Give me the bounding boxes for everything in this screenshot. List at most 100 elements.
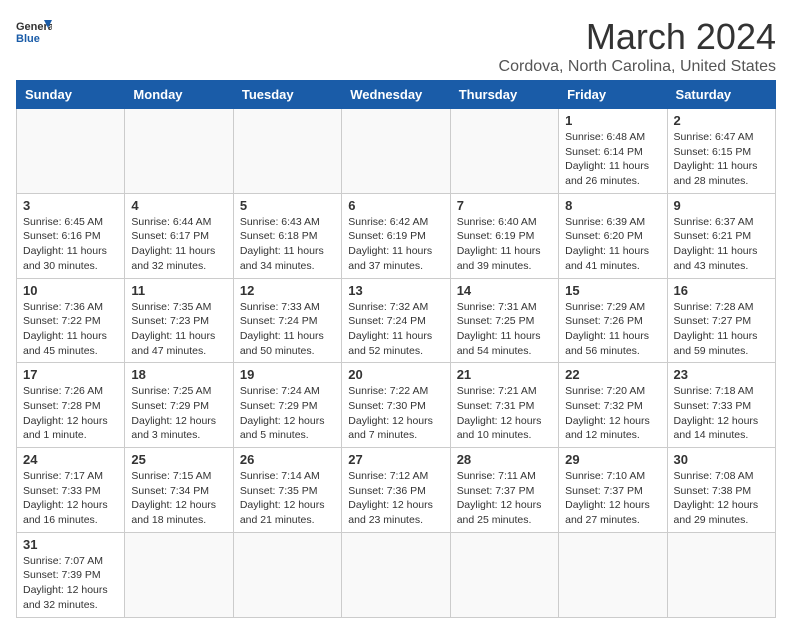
day-info: Sunrise: 6:43 AM Sunset: 6:18 PM Dayligh… [240,215,335,274]
title-area: March 2024 Cordova, North Carolina, Unit… [499,16,776,76]
calendar-cell: 15Sunrise: 7:29 AM Sunset: 7:26 PM Dayli… [559,278,667,363]
calendar-cell [17,109,125,194]
day-info: Sunrise: 7:21 AM Sunset: 7:31 PM Dayligh… [457,384,552,443]
day-number: 8 [565,198,660,213]
day-info: Sunrise: 7:35 AM Sunset: 7:23 PM Dayligh… [131,300,226,359]
day-number: 3 [23,198,118,213]
day-info: Sunrise: 6:47 AM Sunset: 6:15 PM Dayligh… [674,130,769,189]
day-number: 29 [565,452,660,467]
day-number: 18 [131,367,226,382]
day-number: 17 [23,367,118,382]
calendar-cell: 6 Sunrise: 6:42 AM Sunset: 6:19 PM Daylig… [342,193,450,278]
weekday-header: Saturday [667,81,775,109]
calendar-cell: 3 Sunrise: 6:45 AM Sunset: 6:16 PM Daylig… [17,193,125,278]
logo-icon: General Blue [16,16,52,46]
day-number: 13 [348,283,443,298]
day-info: Sunrise: 6:42 AM Sunset: 6:19 PM Dayligh… [348,215,443,274]
calendar-cell [559,532,667,617]
calendar-cell: 24 Sunrise: 7:17 AM Sunset: 7:33 PM Dayli… [17,448,125,533]
day-info: Sunrise: 7:17 AM Sunset: 7:33 PM Dayligh… [23,469,118,528]
day-info: Sunrise: 7:25 AM Sunset: 7:29 PM Dayligh… [131,384,226,443]
logo: General Blue [16,16,52,46]
weekday-header: Thursday [450,81,558,109]
calendar-cell: 5Sunrise: 6:43 AM Sunset: 6:18 PM Daylig… [233,193,341,278]
day-number: 7 [457,198,552,213]
calendar-cell [233,532,341,617]
day-info: Sunrise: 6:40 AM Sunset: 6:19 PM Dayligh… [457,215,552,274]
day-info: Sunrise: 7:12 AM Sunset: 7:36 PM Dayligh… [348,469,443,528]
weekday-header: Tuesday [233,81,341,109]
day-info: Sunrise: 7:33 AM Sunset: 7:24 PM Dayligh… [240,300,335,359]
day-number: 6 [348,198,443,213]
calendar-cell: 27Sunrise: 7:12 AM Sunset: 7:36 PM Dayli… [342,448,450,533]
calendar-cell: 8 Sunrise: 6:39 AM Sunset: 6:20 PM Daylig… [559,193,667,278]
day-info: Sunrise: 7:32 AM Sunset: 7:24 PM Dayligh… [348,300,443,359]
day-info: Sunrise: 7:15 AM Sunset: 7:34 PM Dayligh… [131,469,226,528]
day-number: 28 [457,452,552,467]
calendar-table: SundayMondayTuesdayWednesdayThursdayFrid… [16,80,776,618]
day-info: Sunrise: 6:37 AM Sunset: 6:21 PM Dayligh… [674,215,769,274]
day-number: 21 [457,367,552,382]
day-info: Sunrise: 7:26 AM Sunset: 7:28 PM Dayligh… [23,384,118,443]
calendar-cell: 4Sunrise: 6:44 AM Sunset: 6:17 PM Daylig… [125,193,233,278]
calendar-cell [450,109,558,194]
svg-text:Blue: Blue [16,33,40,45]
day-info: Sunrise: 7:20 AM Sunset: 7:32 PM Dayligh… [565,384,660,443]
day-info: Sunrise: 6:48 AM Sunset: 6:14 PM Dayligh… [565,130,660,189]
weekday-header: Wednesday [342,81,450,109]
day-number: 4 [131,198,226,213]
day-info: Sunrise: 6:39 AM Sunset: 6:20 PM Dayligh… [565,215,660,274]
calendar-cell [450,532,558,617]
calendar-cell: 1 Sunrise: 6:48 AM Sunset: 6:14 PM Daylig… [559,109,667,194]
calendar-cell [125,109,233,194]
day-info: Sunrise: 7:10 AM Sunset: 7:37 PM Dayligh… [565,469,660,528]
calendar-cell [667,532,775,617]
day-info: Sunrise: 7:11 AM Sunset: 7:37 PM Dayligh… [457,469,552,528]
calendar-cell: 29 Sunrise: 7:10 AM Sunset: 7:37 PM Dayli… [559,448,667,533]
calendar-cell: 10 Sunrise: 7:36 AM Sunset: 7:22 PM Dayli… [17,278,125,363]
day-info: Sunrise: 7:08 AM Sunset: 7:38 PM Dayligh… [674,469,769,528]
day-number: 10 [23,283,118,298]
calendar-cell [125,532,233,617]
day-info: Sunrise: 7:22 AM Sunset: 7:30 PM Dayligh… [348,384,443,443]
calendar-cell: 17 Sunrise: 7:26 AM Sunset: 7:28 PM Dayli… [17,363,125,448]
day-info: Sunrise: 6:45 AM Sunset: 6:16 PM Dayligh… [23,215,118,274]
weekday-header: Monday [125,81,233,109]
calendar-cell: 11Sunrise: 7:35 AM Sunset: 7:23 PM Dayli… [125,278,233,363]
day-number: 31 [23,537,118,552]
day-number: 19 [240,367,335,382]
calendar-cell: 20 Sunrise: 7:22 AM Sunset: 7:30 PM Dayli… [342,363,450,448]
day-info: Sunrise: 7:24 AM Sunset: 7:29 PM Dayligh… [240,384,335,443]
weekday-header: Friday [559,81,667,109]
day-info: Sunrise: 7:29 AM Sunset: 7:26 PM Dayligh… [565,300,660,359]
calendar-cell: 25Sunrise: 7:15 AM Sunset: 7:34 PM Dayli… [125,448,233,533]
day-number: 26 [240,452,335,467]
day-info: Sunrise: 7:14 AM Sunset: 7:35 PM Dayligh… [240,469,335,528]
day-number: 22 [565,367,660,382]
calendar-cell: 16Sunrise: 7:28 AM Sunset: 7:27 PM Dayli… [667,278,775,363]
calendar-cell: 19 Sunrise: 7:24 AM Sunset: 7:29 PM Dayli… [233,363,341,448]
day-number: 24 [23,452,118,467]
day-number: 14 [457,283,552,298]
month-title: March 2024 [499,16,776,58]
day-info: Sunrise: 7:31 AM Sunset: 7:25 PM Dayligh… [457,300,552,359]
page-header: General Blue March 2024 Cordova, North C… [16,16,776,76]
day-number: 1 [565,113,660,128]
day-info: Sunrise: 7:28 AM Sunset: 7:27 PM Dayligh… [674,300,769,359]
calendar-cell: 26 Sunrise: 7:14 AM Sunset: 7:35 PM Dayli… [233,448,341,533]
location-title: Cordova, North Carolina, United States [499,58,776,76]
calendar-cell: 23Sunrise: 7:18 AM Sunset: 7:33 PM Dayli… [667,363,775,448]
day-number: 2 [674,113,769,128]
calendar-cell: 18 Sunrise: 7:25 AM Sunset: 7:29 PM Dayli… [125,363,233,448]
calendar-cell: 12 Sunrise: 7:33 AM Sunset: 7:24 PM Dayli… [233,278,341,363]
calendar-cell: 7 Sunrise: 6:40 AM Sunset: 6:19 PM Daylig… [450,193,558,278]
calendar-cell: 21 Sunrise: 7:21 AM Sunset: 7:31 PM Dayli… [450,363,558,448]
day-number: 20 [348,367,443,382]
calendar-cell [233,109,341,194]
day-number: 9 [674,198,769,213]
calendar-cell: 2 Sunrise: 6:47 AM Sunset: 6:15 PM Daylig… [667,109,775,194]
weekday-header: Sunday [17,81,125,109]
day-info: Sunrise: 7:36 AM Sunset: 7:22 PM Dayligh… [23,300,118,359]
day-number: 12 [240,283,335,298]
calendar-cell [342,532,450,617]
